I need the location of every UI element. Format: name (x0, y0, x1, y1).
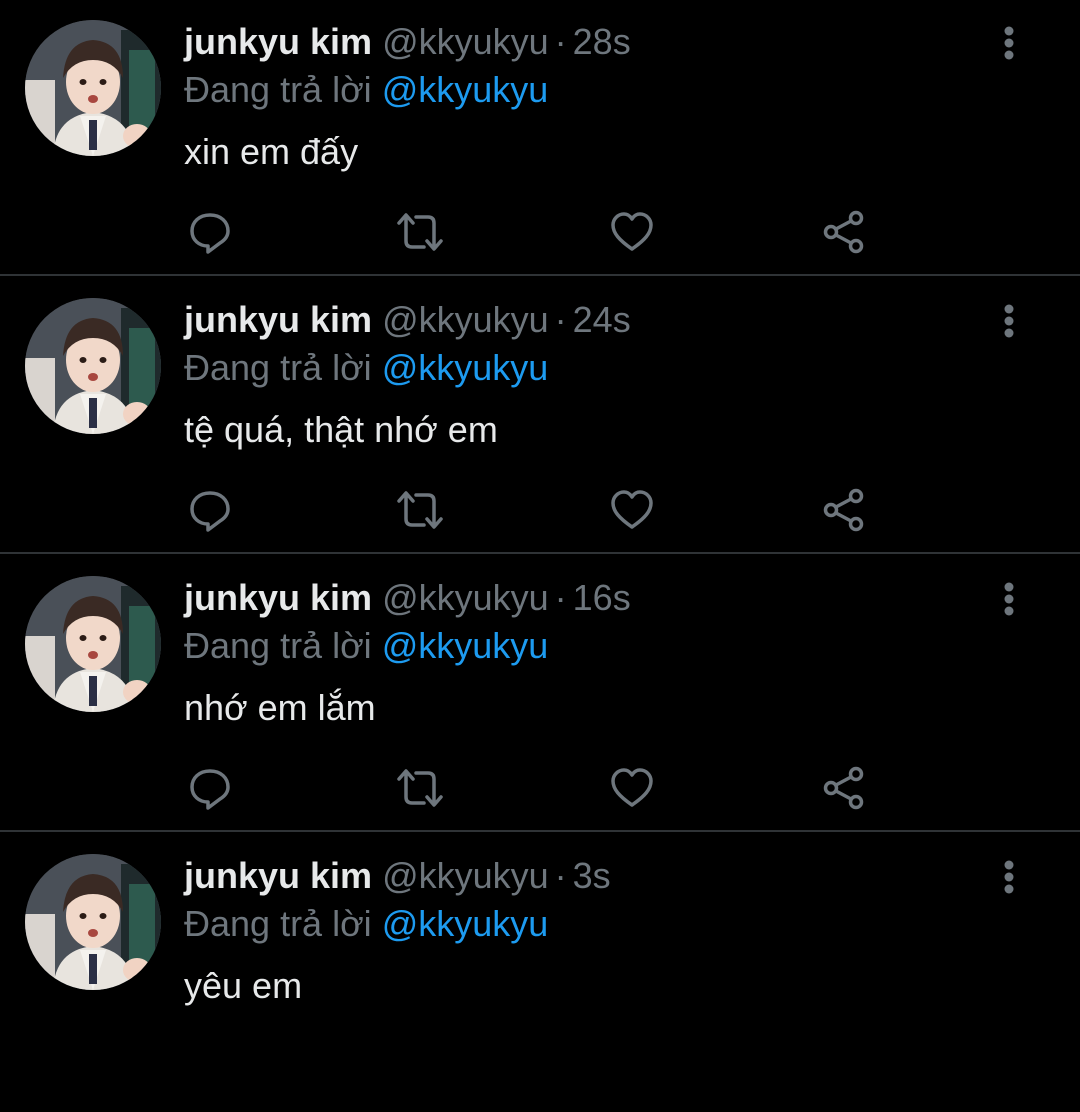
like-button[interactable] (606, 484, 658, 536)
tweet[interactable]: junkyu kim @kkyukyu · 24s Đang trả lời @kkyu… (0, 278, 1080, 556)
separator-dot: · (554, 855, 567, 896)
share-button[interactable] (818, 484, 870, 536)
avatar[interactable] (25, 576, 161, 712)
retweet-icon (397, 491, 443, 529)
more-vertical-icon (1004, 860, 1014, 894)
share-icon (823, 488, 864, 532)
retweet-icon (397, 769, 443, 807)
tweet-header: junkyu kim @kkyukyu · 24s (184, 298, 631, 342)
share-icon (823, 766, 864, 810)
avatar[interactable] (25, 854, 161, 990)
display-name[interactable]: junkyu kim (184, 299, 372, 340)
user-handle[interactable]: @kkyukyu (382, 577, 549, 618)
reply-button[interactable] (184, 762, 236, 814)
tweet[interactable]: junkyu kim @kkyukyu · 28s Đang trả lời @kkyu… (0, 0, 1080, 278)
avatar-image (25, 576, 161, 712)
user-handle[interactable]: @kkyukyu (382, 855, 549, 896)
replying-to-label: Đang trả lời (184, 903, 372, 944)
reply-button[interactable] (184, 206, 236, 258)
heart-icon (611, 768, 653, 807)
replying-to-label: Đang trả lời (184, 347, 372, 388)
retweet-button[interactable] (394, 484, 446, 536)
separator-dot: · (554, 21, 567, 62)
replying-to-handle-link[interactable]: @kkyukyu (382, 625, 549, 666)
tweet-divider (0, 830, 1080, 832)
avatar[interactable] (25, 20, 161, 156)
avatar-image (25, 854, 161, 990)
timestamp[interactable]: 3s (573, 855, 611, 896)
replying-to: Đang trả lời @kkyukyu (184, 902, 548, 946)
tweet-text: yêu em (184, 965, 303, 1006)
replying-to-label: Đang trả lời (184, 69, 372, 110)
tweet-text: nhớ em lắm (184, 687, 376, 728)
share-button[interactable] (818, 762, 870, 814)
separator-dot: · (554, 299, 567, 340)
timestamp[interactable]: 28s (573, 21, 631, 62)
tweet-actions (184, 206, 884, 258)
heart-icon (611, 212, 653, 251)
more-options-button[interactable] (990, 302, 1028, 340)
tweet-divider (0, 552, 1080, 554)
timestamp[interactable]: 24s (573, 299, 631, 340)
replying-to-handle-link[interactable]: @kkyukyu (382, 903, 549, 944)
replying-to-label: Đang trả lời (184, 625, 372, 666)
reply-button[interactable] (184, 484, 236, 536)
replying-to: Đang trả lời @kkyukyu (184, 68, 548, 112)
tweet-header: junkyu kim @kkyukyu · 16s (184, 576, 631, 620)
replying-to: Đang trả lời @kkyukyu (184, 624, 548, 668)
user-handle[interactable]: @kkyukyu (382, 21, 549, 62)
like-button[interactable] (606, 206, 658, 258)
heart-icon (611, 490, 653, 529)
share-button[interactable] (818, 206, 870, 258)
tweet[interactable]: junkyu kim @kkyukyu · 16s Đang trả lời @kkyu… (0, 556, 1080, 834)
display-name[interactable]: junkyu kim (184, 855, 372, 896)
avatar-image (25, 20, 161, 156)
user-handle[interactable]: @kkyukyu (382, 299, 549, 340)
display-name[interactable]: junkyu kim (184, 577, 372, 618)
separator-dot: · (554, 577, 567, 618)
retweet-button[interactable] (394, 206, 446, 258)
more-vertical-icon (1004, 304, 1014, 338)
tweet-header: junkyu kim @kkyukyu · 28s (184, 20, 631, 64)
more-options-button[interactable] (990, 24, 1028, 62)
reply-bubble-icon (190, 213, 230, 254)
display-name[interactable]: junkyu kim (184, 21, 372, 62)
more-options-button[interactable] (990, 858, 1028, 896)
tweet-actions (184, 762, 884, 814)
replying-to-handle-link[interactable]: @kkyukyu (382, 347, 549, 388)
tweet-divider (0, 274, 1080, 276)
replying-to: Đang trả lời @kkyukyu (184, 346, 548, 390)
avatar[interactable] (25, 298, 161, 434)
tweet-text: tệ quá, thật nhớ em (184, 409, 498, 450)
retweet-icon (397, 213, 443, 251)
tweet-feed: junkyu kim @kkyukyu · 28s Đang trả lời @kkyu… (0, 0, 1080, 1033)
tweet-header: junkyu kim @kkyukyu · 3s (184, 854, 611, 898)
avatar-image (25, 298, 161, 434)
reply-bubble-icon (190, 769, 230, 810)
more-vertical-icon (1004, 26, 1014, 60)
tweet-actions (184, 484, 884, 536)
reply-bubble-icon (190, 491, 230, 532)
retweet-button[interactable] (394, 762, 446, 814)
replying-to-handle-link[interactable]: @kkyukyu (382, 69, 549, 110)
like-button[interactable] (606, 762, 658, 814)
tweet[interactable]: junkyu kim @kkyukyu · 3s Đang trả lời @kkyuk… (0, 834, 1080, 1112)
share-icon (823, 210, 864, 254)
more-options-button[interactable] (990, 580, 1028, 618)
tweet-text: xin em đấy (184, 131, 359, 172)
more-vertical-icon (1004, 582, 1014, 616)
timestamp[interactable]: 16s (573, 577, 631, 618)
